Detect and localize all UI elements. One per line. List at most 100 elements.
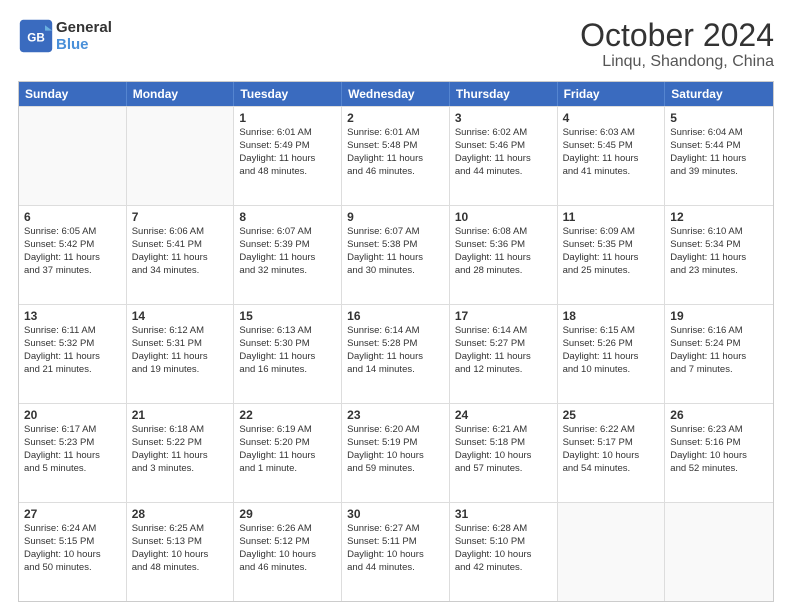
cell-info-line: Sunset: 5:31 PM bbox=[132, 338, 229, 351]
cell-info-line: Sunset: 5:44 PM bbox=[670, 140, 768, 153]
cell-info-line: and 44 minutes. bbox=[347, 562, 444, 575]
calendar: SundayMondayTuesdayWednesdayThursdayFrid… bbox=[18, 81, 774, 602]
day-number: 5 bbox=[670, 111, 768, 125]
logo-line1: General bbox=[56, 19, 112, 36]
cell-info-line: Sunset: 5:39 PM bbox=[239, 239, 336, 252]
cell-info-line: Sunset: 5:23 PM bbox=[24, 437, 121, 450]
cell-info-line: Daylight: 11 hours bbox=[455, 153, 552, 166]
calendar-cell: 9Sunrise: 6:07 AMSunset: 5:38 PMDaylight… bbox=[342, 206, 450, 304]
cell-info-line: Sunrise: 6:12 AM bbox=[132, 325, 229, 338]
cell-info-line: and 14 minutes. bbox=[347, 364, 444, 377]
cell-info-line: Sunset: 5:19 PM bbox=[347, 437, 444, 450]
calendar-cell: 6Sunrise: 6:05 AMSunset: 5:42 PMDaylight… bbox=[19, 206, 127, 304]
calendar-cell: 26Sunrise: 6:23 AMSunset: 5:16 PMDayligh… bbox=[665, 404, 773, 502]
cell-info-line: and 37 minutes. bbox=[24, 265, 121, 278]
day-number: 2 bbox=[347, 111, 444, 125]
calendar-cell bbox=[558, 503, 666, 601]
cell-info-line: Sunset: 5:13 PM bbox=[132, 536, 229, 549]
calendar-cell bbox=[19, 107, 127, 205]
cell-info-line: Sunrise: 6:18 AM bbox=[132, 424, 229, 437]
calendar-cell: 5Sunrise: 6:04 AMSunset: 5:44 PMDaylight… bbox=[665, 107, 773, 205]
calendar-cell: 14Sunrise: 6:12 AMSunset: 5:31 PMDayligh… bbox=[127, 305, 235, 403]
day-number: 12 bbox=[670, 210, 768, 224]
calendar-cell: 22Sunrise: 6:19 AMSunset: 5:20 PMDayligh… bbox=[234, 404, 342, 502]
cell-info-line: Daylight: 10 hours bbox=[132, 549, 229, 562]
day-number: 24 bbox=[455, 408, 552, 422]
cell-info-line: Sunrise: 6:06 AM bbox=[132, 226, 229, 239]
cell-info-line: Daylight: 11 hours bbox=[670, 252, 768, 265]
calendar-cell: 30Sunrise: 6:27 AMSunset: 5:11 PMDayligh… bbox=[342, 503, 450, 601]
calendar-cell: 8Sunrise: 6:07 AMSunset: 5:39 PMDaylight… bbox=[234, 206, 342, 304]
cell-info-line: Sunset: 5:12 PM bbox=[239, 536, 336, 549]
cell-info-line: Daylight: 10 hours bbox=[347, 549, 444, 562]
cell-info-line: and 25 minutes. bbox=[563, 265, 660, 278]
cell-info-line: Sunrise: 6:24 AM bbox=[24, 523, 121, 536]
cell-info-line: Sunrise: 6:08 AM bbox=[455, 226, 552, 239]
calendar-cell: 1Sunrise: 6:01 AMSunset: 5:49 PMDaylight… bbox=[234, 107, 342, 205]
cell-info-line: Daylight: 10 hours bbox=[347, 450, 444, 463]
day-number: 25 bbox=[563, 408, 660, 422]
cell-info-line: and 28 minutes. bbox=[455, 265, 552, 278]
weekday-header: Thursday bbox=[450, 82, 558, 106]
cell-info-line: Daylight: 11 hours bbox=[24, 351, 121, 364]
calendar-cell: 31Sunrise: 6:28 AMSunset: 5:10 PMDayligh… bbox=[450, 503, 558, 601]
cell-info-line: Sunset: 5:46 PM bbox=[455, 140, 552, 153]
cell-info-line: Daylight: 10 hours bbox=[455, 450, 552, 463]
cell-info-line: Daylight: 10 hours bbox=[239, 549, 336, 562]
cell-info-line: Sunrise: 6:26 AM bbox=[239, 523, 336, 536]
cell-info-line: Daylight: 11 hours bbox=[347, 153, 444, 166]
day-number: 23 bbox=[347, 408, 444, 422]
cell-info-line: and 52 minutes. bbox=[670, 463, 768, 476]
cell-info-line: Sunrise: 6:10 AM bbox=[670, 226, 768, 239]
cell-info-line: Sunrise: 6:01 AM bbox=[239, 127, 336, 140]
weekday-header: Friday bbox=[558, 82, 666, 106]
calendar-cell: 7Sunrise: 6:06 AMSunset: 5:41 PMDaylight… bbox=[127, 206, 235, 304]
cell-info-line: Sunrise: 6:14 AM bbox=[347, 325, 444, 338]
cell-info-line: and 39 minutes. bbox=[670, 166, 768, 179]
day-number: 14 bbox=[132, 309, 229, 323]
cell-info-line: Daylight: 11 hours bbox=[563, 351, 660, 364]
cell-info-line: Sunset: 5:15 PM bbox=[24, 536, 121, 549]
svg-text:GB: GB bbox=[27, 31, 45, 44]
cell-info-line: Sunset: 5:28 PM bbox=[347, 338, 444, 351]
calendar-cell: 12 Sunrise: 6:10 AMSunset: 5:34 PMDayligh… bbox=[665, 206, 773, 304]
cell-info-line: Sunset: 5:20 PM bbox=[239, 437, 336, 450]
calendar-cell: 15Sunrise: 6:13 AMSunset: 5:30 PMDayligh… bbox=[234, 305, 342, 403]
calendar-cell: 19Sunrise: 6:16 AMSunset: 5:24 PMDayligh… bbox=[665, 305, 773, 403]
cell-info-line: and 16 minutes. bbox=[239, 364, 336, 377]
cell-info-line: and 59 minutes. bbox=[347, 463, 444, 476]
calendar-cell bbox=[665, 503, 773, 601]
cell-info-line: Sunset: 5:34 PM bbox=[670, 239, 768, 252]
cell-info-line: and 21 minutes. bbox=[24, 364, 121, 377]
cell-info-line: Sunset: 5:10 PM bbox=[455, 536, 552, 549]
cell-info-line: and 19 minutes. bbox=[132, 364, 229, 377]
calendar-cell: 20Sunrise: 6:17 AMSunset: 5:23 PMDayligh… bbox=[19, 404, 127, 502]
calendar-cell: 25Sunrise: 6:22 AMSunset: 5:17 PMDayligh… bbox=[558, 404, 666, 502]
day-number: 30 bbox=[347, 507, 444, 521]
cell-info-line: and 54 minutes. bbox=[563, 463, 660, 476]
cell-info-line: Sunrise: 6:07 AM bbox=[239, 226, 336, 239]
cell-info-line: Sunrise: 6:03 AM bbox=[563, 127, 660, 140]
cell-info-line: Sunset: 5:17 PM bbox=[563, 437, 660, 450]
cell-info-line: Sunrise: 6:14 AM bbox=[455, 325, 552, 338]
calendar-row: 20Sunrise: 6:17 AMSunset: 5:23 PMDayligh… bbox=[19, 403, 773, 502]
cell-info-line: Daylight: 10 hours bbox=[563, 450, 660, 463]
cell-info-line: Sunset: 5:32 PM bbox=[24, 338, 121, 351]
calendar-row: 6Sunrise: 6:05 AMSunset: 5:42 PMDaylight… bbox=[19, 205, 773, 304]
calendar-cell: 10Sunrise: 6:08 AMSunset: 5:36 PMDayligh… bbox=[450, 206, 558, 304]
cell-info-line: Daylight: 11 hours bbox=[132, 450, 229, 463]
cell-info-line: and 32 minutes. bbox=[239, 265, 336, 278]
page: GB General Blue October 2024 Linqu, Shan… bbox=[0, 0, 792, 612]
cell-info-line: Daylight: 11 hours bbox=[670, 351, 768, 364]
cell-info-line: and 5 minutes. bbox=[24, 463, 121, 476]
cell-info-line: Sunset: 5:41 PM bbox=[132, 239, 229, 252]
logo-line2: Blue bbox=[56, 36, 112, 53]
cell-info-line: Sunrise: 6:04 AM bbox=[670, 127, 768, 140]
cell-info-line: Sunrise: 6:25 AM bbox=[132, 523, 229, 536]
calendar-cell: 16Sunrise: 6:14 AMSunset: 5:28 PMDayligh… bbox=[342, 305, 450, 403]
cell-info-line: Sunset: 5:36 PM bbox=[455, 239, 552, 252]
day-number: 29 bbox=[239, 507, 336, 521]
cell-info-line: Sunrise: 6:17 AM bbox=[24, 424, 121, 437]
day-number: 11 bbox=[563, 210, 660, 224]
day-number: 9 bbox=[347, 210, 444, 224]
